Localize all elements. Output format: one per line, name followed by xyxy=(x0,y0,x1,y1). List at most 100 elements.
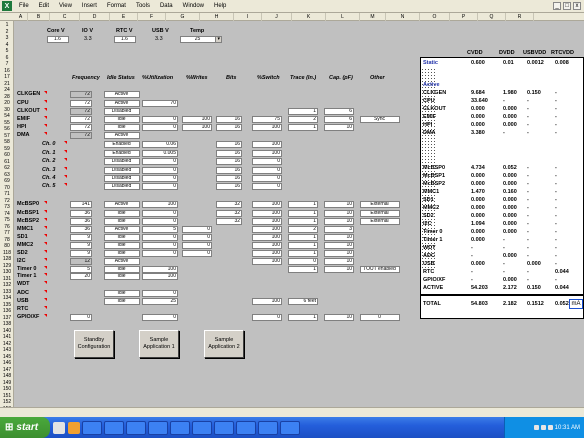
module-status-cell[interactable]: Active xyxy=(104,100,140,107)
module-switch-cell[interactable]: 0 xyxy=(252,183,282,190)
comment-indicator[interactable] xyxy=(44,210,47,213)
module-switch-cell[interactable]: 100 xyxy=(252,210,282,217)
usb-v-value[interactable]: 3.3 xyxy=(155,36,163,43)
module-util-cell[interactable]: 0 xyxy=(142,218,178,225)
module-switch-cell[interactable]: 100 xyxy=(252,141,282,148)
module-util-cell[interactable]: 0 xyxy=(142,314,178,321)
quicklaunch-icon[interactable] xyxy=(53,421,65,434)
module-status-cell[interactable]: Disabled xyxy=(104,183,140,190)
menu-tools[interactable]: Tools xyxy=(131,3,155,9)
module-cap-cell[interactable]: 6 xyxy=(324,108,354,115)
module-bits-cell[interactable]: 16 xyxy=(216,116,242,123)
module-util-cell[interactable]: 0 xyxy=(142,158,178,165)
standby-configuration-button[interactable]: Standby Configuration xyxy=(74,330,114,358)
module-switch-cell[interactable]: 0 xyxy=(252,158,282,165)
unit-cell[interactable]: mA xyxy=(569,299,583,309)
module-trace-cell[interactable]: 2 xyxy=(288,226,318,233)
tray-icon[interactable] xyxy=(533,425,539,430)
comment-indicator[interactable] xyxy=(44,290,47,293)
module-util-cell[interactable]: 100 xyxy=(142,201,178,208)
taskbar-task-button[interactable] xyxy=(148,420,168,435)
module-trace-cell[interactable]: 1 xyxy=(288,250,318,257)
quicklaunch-icon[interactable] xyxy=(68,421,80,434)
module-status-cell[interactable]: Disabled xyxy=(104,167,140,174)
comment-indicator[interactable] xyxy=(44,132,47,135)
comment-indicator[interactable] xyxy=(64,150,67,153)
comment-indicator[interactable] xyxy=(44,281,47,284)
column-header[interactable]: C xyxy=(50,13,80,21)
module-util-cell[interactable]: 0 xyxy=(142,242,178,249)
module-trace-cell[interactable]: 1 xyxy=(288,210,318,217)
module-freq-cell[interactable]: 9 xyxy=(70,242,92,249)
taskbar-task-button[interactable] xyxy=(236,420,256,435)
taskbar-task-button[interactable] xyxy=(214,420,234,435)
module-freq-cell[interactable]: 36 xyxy=(70,210,92,217)
module-trace-cell[interactable]: 1 xyxy=(288,124,318,131)
module-switch-cell[interactable]: 100 xyxy=(252,124,282,131)
taskbar-task-button[interactable] xyxy=(258,420,278,435)
column-header[interactable]: M xyxy=(360,13,386,21)
comment-indicator[interactable] xyxy=(44,100,47,103)
module-trace-cell[interactable]: 1 xyxy=(288,266,318,273)
module-writes-cell[interactable]: 0 xyxy=(182,242,212,249)
module-switch-cell[interactable]: 100 xyxy=(252,201,282,208)
module-status-cell[interactable]: Active xyxy=(104,91,140,98)
module-status-cell[interactable]: Idle xyxy=(104,242,140,249)
module-trace-cell[interactable]: 1 xyxy=(288,314,318,321)
column-header[interactable]: L xyxy=(326,13,360,21)
module-bits-cell[interactable]: 32 xyxy=(216,201,242,208)
module-cap-cell[interactable]: 10 xyxy=(324,210,354,217)
menu-help[interactable]: Help xyxy=(209,3,231,9)
column-header[interactable]: O xyxy=(420,13,450,21)
horizontal-scrollbar[interactable] xyxy=(0,407,584,417)
module-util-cell[interactable]: 0 xyxy=(142,234,178,241)
module-freq-cell[interactable]: 9 xyxy=(70,234,92,241)
module-util-cell[interactable]: 0.005 xyxy=(142,150,178,157)
column-header[interactable]: G xyxy=(166,13,200,21)
module-switch-cell[interactable]: 100 xyxy=(252,298,282,305)
module-freq-cell[interactable]: 72 xyxy=(70,124,92,131)
module-status-cell[interactable]: Active xyxy=(104,201,140,208)
temp-dropdown[interactable]: 25 xyxy=(180,36,216,43)
module-switch-cell[interactable]: 100 xyxy=(252,218,282,225)
module-status-cell[interactable]: Active xyxy=(104,132,140,139)
comment-indicator[interactable] xyxy=(44,91,47,94)
module-freq-cell[interactable]: 72 xyxy=(70,100,92,107)
module-status-cell[interactable]: Idle xyxy=(104,273,140,280)
module-other-cell[interactable]: External xyxy=(360,201,400,208)
module-freq-cell[interactable]: 5 xyxy=(70,266,92,273)
restore-button[interactable]: □ xyxy=(563,2,571,10)
column-header[interactable]: R xyxy=(506,13,534,21)
column-header[interactable]: B xyxy=(28,13,50,21)
minimize-button[interactable]: _ xyxy=(553,2,561,10)
comment-indicator[interactable] xyxy=(64,167,67,170)
tray-icon[interactable] xyxy=(540,425,546,430)
module-status-cell[interactable]: Disabled xyxy=(104,175,140,182)
module-switch-cell[interactable]: 75 xyxy=(252,116,282,123)
module-status-cell[interactable]: Idle xyxy=(104,250,140,257)
module-util-cell[interactable]: 0 xyxy=(142,250,178,257)
rtc-v-input[interactable]: 1.6 xyxy=(114,36,136,43)
module-util-cell[interactable]: 0 xyxy=(142,210,178,217)
module-cap-cell[interactable]: 6 xyxy=(324,116,354,123)
module-status-cell[interactable]: Disabled xyxy=(104,108,140,115)
module-status-cell[interactable]: Idle xyxy=(104,210,140,217)
comment-indicator[interactable] xyxy=(44,201,47,204)
module-freq-cell[interactable]: 36 xyxy=(70,226,92,233)
module-status-cell[interactable]: Active xyxy=(104,258,140,265)
module-cap-cell[interactable]: 10 xyxy=(324,250,354,257)
module-writes-cell[interactable]: 100 xyxy=(182,116,212,123)
module-other-cell[interactable]: External xyxy=(360,218,400,225)
column-header[interactable]: H xyxy=(200,13,234,21)
comment-indicator[interactable] xyxy=(64,183,67,186)
module-cap-cell[interactable]: 10 xyxy=(324,258,354,265)
io-v-value[interactable]: 3.3 xyxy=(84,36,92,43)
module-freq-cell[interactable]: 12 xyxy=(70,258,92,265)
module-util-cell[interactable]: 5 xyxy=(142,226,178,233)
module-writes-cell[interactable]: 0 xyxy=(182,226,212,233)
module-trace-cell[interactable]: 1 xyxy=(288,234,318,241)
column-header[interactable]: A xyxy=(14,13,28,21)
chevron-down-icon[interactable]: ▾ xyxy=(215,36,222,43)
column-header[interactable]: E xyxy=(110,13,138,21)
module-bits-cell[interactable]: 16 xyxy=(216,167,242,174)
